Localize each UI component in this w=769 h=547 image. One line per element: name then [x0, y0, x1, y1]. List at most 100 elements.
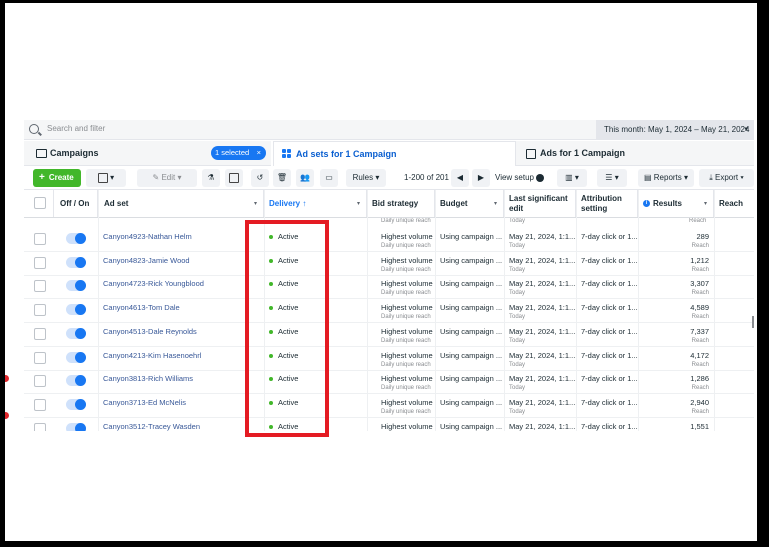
edit-button[interactable]: ✎ Edit ▾ — [137, 169, 197, 187]
scrollbar[interactable] — [752, 316, 754, 328]
last-edit-sub: Today — [509, 408, 526, 415]
row-toggle[interactable] — [66, 233, 86, 244]
row-checkbox[interactable] — [34, 375, 46, 388]
tab-campaigns-label: Campaigns — [50, 148, 99, 158]
table-row[interactable]: Canyon3813-Rich Williams Active Highest vo… — [24, 369, 754, 395]
info-icon[interactable]: i — [643, 200, 650, 208]
ads-manager: Search and filter This month: May 1, 202… — [24, 116, 754, 431]
row-toggle[interactable] — [66, 304, 86, 316]
col-ad-set[interactable]: Ad set ▾ — [98, 190, 264, 217]
row-checkbox[interactable] — [34, 256, 46, 269]
col-results[interactable]: i Results ▾ — [638, 190, 714, 217]
preview-icon: ▭ — [325, 173, 333, 182]
results-sub: Reach — [691, 408, 709, 415]
table-row[interactable]: Canyon4613-Tom Dale Active Highest volume D… — [24, 298, 754, 324]
table-row[interactable]: Canyon4513-Dale Reynolds Active Highest vo… — [24, 322, 754, 347]
row-toggle[interactable] — [66, 256, 86, 268]
col-delivery[interactable]: Delivery ↑ ▾ — [264, 190, 367, 217]
row-checkbox[interactable] — [34, 351, 46, 364]
table-row[interactable]: Canyon4923-Nathan Helm Active Highest volu… — [24, 227, 754, 252]
tab-ad-sets[interactable]: Ad sets for 1 Campaign — [273, 141, 516, 166]
audience-button[interactable]: 👥 — [296, 169, 314, 187]
col-last-edit[interactable]: Last significant edit — [504, 190, 576, 217]
row-toggle[interactable] — [66, 280, 86, 292]
col-bid-strategy[interactable]: Bid strategy — [367, 190, 435, 217]
reports-caret: ▾ — [684, 173, 689, 182]
last-edit-sub: Today — [509, 243, 526, 249]
toolbar: + Create ▾ ✎ Edit ▾ ⚗ ↺ 🗑 👥 ▭ Rules ▾ 1-2… — [24, 167, 754, 190]
row-toggle[interactable] — [66, 422, 86, 431]
create-button[interactable]: + Create — [33, 169, 81, 187]
duplicate-icon — [97, 172, 108, 183]
rules-button[interactable]: Rules ▾ — [346, 169, 386, 187]
ad-set-name-link[interactable]: Canyon3512-Tracey Wasden — [103, 422, 200, 431]
row-checkbox[interactable] — [34, 422, 46, 431]
people-icon: 👥 — [300, 173, 310, 182]
selected-chip[interactable]: 1 selected × — [211, 146, 266, 160]
col-budget[interactable]: Budget ▾ — [435, 190, 504, 217]
last-edit-sub: Today — [509, 266, 526, 273]
results-sub: Reach — [691, 361, 709, 368]
table-row[interactable]: Canyon3512-Tracey Wasden Active Highest vo… — [24, 417, 754, 431]
ab-test-button[interactable]: ⚗ — [202, 169, 220, 187]
search-input[interactable]: Search and filter — [47, 124, 105, 133]
last-edit-value: May 21, 2024, 1:1... — [509, 350, 576, 360]
row-toggle[interactable] — [66, 375, 86, 387]
bid-strategy-sub: Daily unique reach — [381, 243, 431, 249]
delete-button[interactable]: 🗑 — [273, 169, 291, 187]
view-setup-toggle[interactable] — [536, 174, 544, 182]
results-sub: Reach — [691, 266, 709, 273]
row-checkbox[interactable] — [34, 327, 46, 340]
reports-button[interactable]: ▤ Reports ▾ — [638, 169, 694, 187]
tab-ads[interactable]: Ads for 1 Campaign — [516, 141, 754, 166]
row-checkbox[interactable] — [34, 233, 46, 245]
prev-page-button[interactable]: ◀ — [451, 169, 469, 187]
duplicate-button[interactable]: ▾ — [86, 169, 126, 187]
undo-button[interactable]: ↺ — [251, 169, 269, 187]
row-checkbox[interactable] — [34, 398, 46, 411]
table-row[interactable]: Canyon4213-Kim Hasenoehrl Active Highest v… — [24, 346, 754, 371]
breakdown-icon: ☰ — [605, 173, 613, 182]
bid-strategy-value: Highest volume — [381, 421, 433, 431]
results-value: 4,589 — [690, 303, 709, 313]
breakdown-button[interactable]: ☰ ▾ — [597, 169, 627, 187]
export-button[interactable]: ⤓ Export ▾ — [699, 169, 754, 187]
close-icon[interactable]: × — [257, 146, 261, 160]
bid-strategy-value: Highest volume — [381, 303, 433, 313]
table-row[interactable]: Canyon4723-Rick Youngblood Active Highest … — [24, 274, 754, 300]
results-sub: Reach — [691, 337, 709, 344]
last-edit-value: May 21, 2024, 1:1... — [509, 303, 576, 313]
chevron-left-icon: ◀ — [456, 173, 464, 182]
cols-caret: ▾ — [574, 173, 579, 182]
select-all-checkbox[interactable] — [34, 197, 46, 209]
search-bar[interactable]: Search and filter This month: May 1, 202… — [24, 120, 754, 140]
sort-icon: ▾ — [703, 201, 707, 207]
sort-icon: ▾ — [493, 201, 497, 207]
tab-campaigns[interactable]: Campaigns 1 selected × — [24, 141, 271, 166]
results-value: 1,286 — [690, 374, 709, 384]
row-toggle[interactable] — [66, 327, 86, 339]
flask-icon: ⚗ — [207, 173, 215, 182]
col-divider — [98, 190, 99, 431]
table-row[interactable]: Canyon4823-Jamie Wood Active Highest volum… — [24, 251, 754, 276]
row-error-marker — [5, 375, 9, 382]
col-off-on[interactable]: Off / On — [54, 190, 98, 217]
row-checkbox[interactable] — [34, 304, 46, 317]
date-range-picker[interactable]: This month: May 1, 2024 – May 21, 2024 ▾ — [596, 120, 754, 139]
bid-strategy-value: Highest volume — [381, 350, 433, 360]
bid-strategy-value: Highest volume — [381, 374, 433, 384]
row-checkbox[interactable] — [34, 280, 46, 293]
row-toggle[interactable] — [66, 351, 86, 363]
results-value: 289 — [696, 232, 709, 241]
copy-button[interactable] — [225, 169, 243, 187]
columns-button[interactable]: ▥ ▾ — [557, 169, 587, 187]
preview-button[interactable]: ▭ — [320, 169, 338, 187]
col-reach[interactable]: Reach — [714, 190, 754, 217]
row-error-marker — [5, 412, 9, 419]
col-attribution[interactable]: Attribution setting — [576, 190, 638, 217]
next-page-button[interactable]: ▶ — [472, 169, 490, 187]
bid-strategy-value: Highest volume — [381, 279, 433, 289]
table-row[interactable]: Canyon3713-Ed McNelis Active Highest volum… — [24, 393, 754, 418]
bid-strategy-value: Highest volume — [381, 232, 433, 241]
row-toggle[interactable] — [66, 398, 86, 410]
